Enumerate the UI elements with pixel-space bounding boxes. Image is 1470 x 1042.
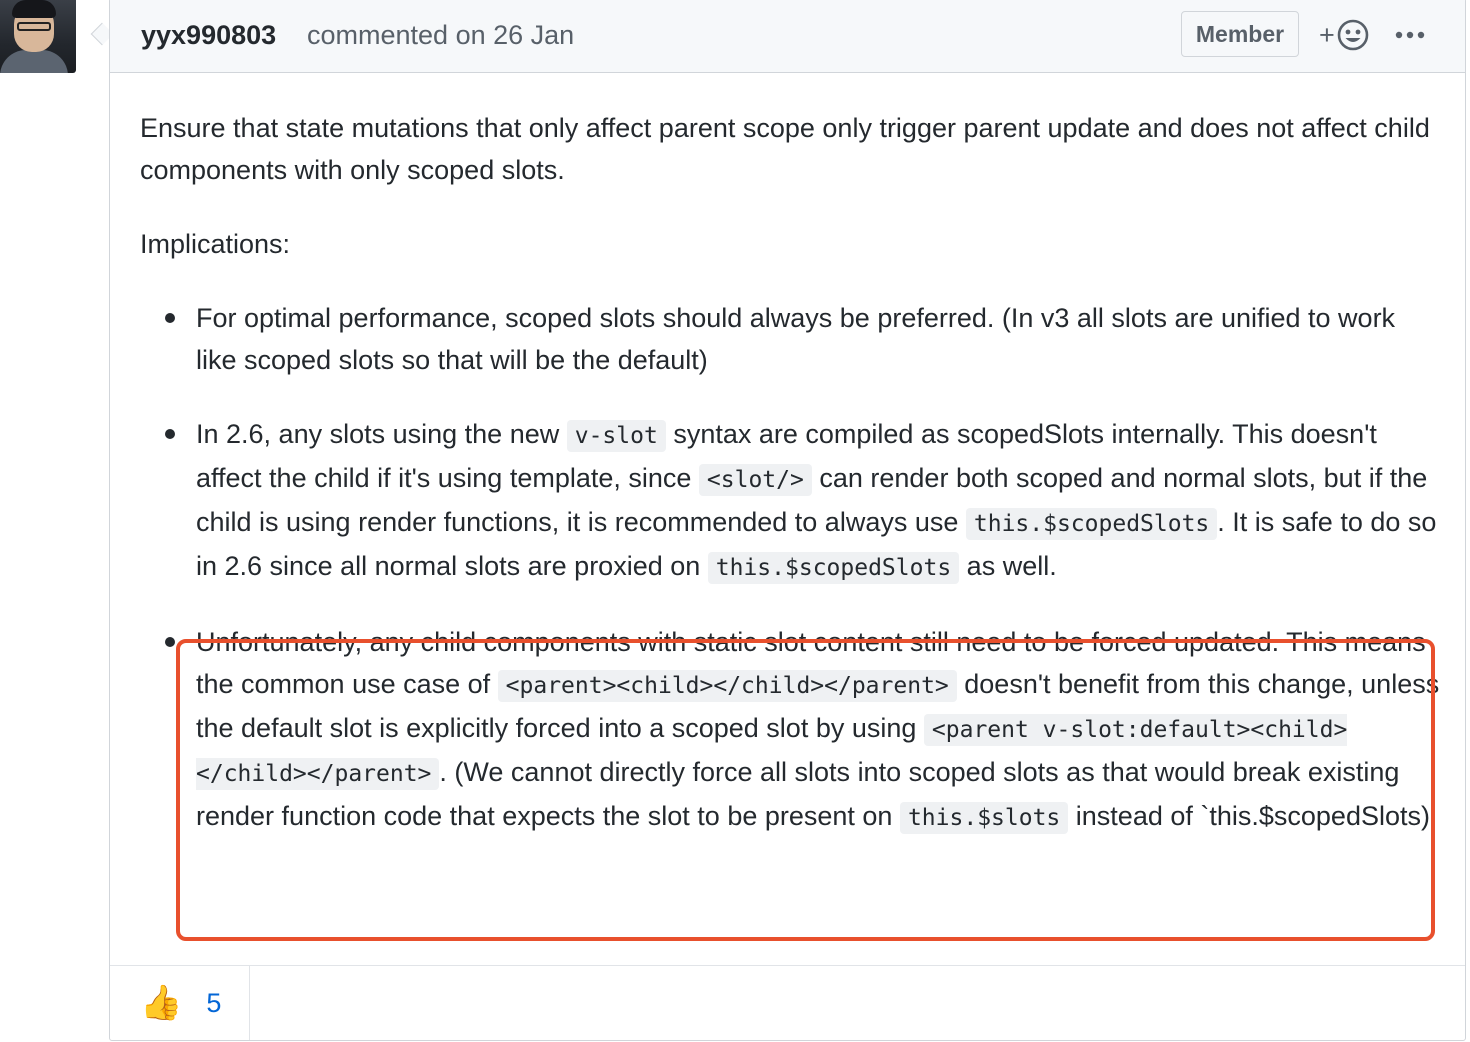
comment-body: Ensure that state mutations that only af…	[140, 107, 1440, 871]
implications-list: For optimal performance, scoped slots sh…	[140, 297, 1440, 839]
list-item-text: instead of `this.$scopedSlots)	[1068, 801, 1430, 831]
inline-code: <parent><child></child></parent>	[497, 670, 957, 702]
comment-timestamp[interactable]: commented on 26 Jan	[307, 20, 574, 51]
smiley-icon	[1337, 19, 1369, 51]
inline-code: v-slot	[566, 420, 666, 452]
inline-code: <slot/>	[698, 464, 812, 496]
kebab-horizontal-icon	[1395, 31, 1425, 39]
inline-code: this.$scopedSlots	[965, 508, 1218, 540]
list-item: Unfortunately, any child components with…	[140, 621, 1440, 839]
avatar-hair	[12, 0, 56, 18]
bullet-dot	[165, 429, 175, 439]
bullet-dot	[165, 313, 175, 323]
add-reaction-button[interactable]: +	[1319, 17, 1370, 53]
member-badge: Member	[1181, 11, 1299, 57]
comment-box: yyx990803 commented on 26 Jan Member + E…	[109, 0, 1466, 1041]
avatar-glasses	[17, 22, 51, 31]
avatar-shirt	[0, 50, 68, 73]
list-item-text: In 2.6, any slots using the new	[196, 419, 567, 449]
comment-paragraph: Ensure that state mutations that only af…	[140, 113, 1430, 185]
inline-code: this.$slots	[899, 802, 1069, 834]
avatar[interactable]	[0, 0, 76, 73]
reaction-count: 5	[206, 987, 222, 1018]
thumbs-up-reaction[interactable]: 👍 5	[110, 966, 250, 1040]
inline-code: this.$scopedSlots	[707, 552, 960, 584]
bullet-dot	[165, 637, 175, 647]
list-item-text: For optimal performance, scoped slots sh…	[196, 303, 1396, 375]
reactions-bar: 👍 5	[110, 965, 1465, 1040]
more-options-button[interactable]	[1394, 21, 1426, 49]
plus-icon: +	[1319, 19, 1335, 50]
comment-header: yyx990803 commented on 26 Jan Member +	[110, 0, 1465, 73]
list-item-text: as well.	[959, 551, 1057, 581]
list-item: In 2.6, any slots using the new v-slot s…	[140, 413, 1440, 589]
list-item: For optimal performance, scoped slots sh…	[140, 297, 1440, 381]
thumbs-up-icon: 👍	[140, 984, 183, 1022]
comment-author[interactable]: yyx990803	[141, 20, 276, 51]
comment-paragraph: Implications:	[140, 229, 291, 259]
